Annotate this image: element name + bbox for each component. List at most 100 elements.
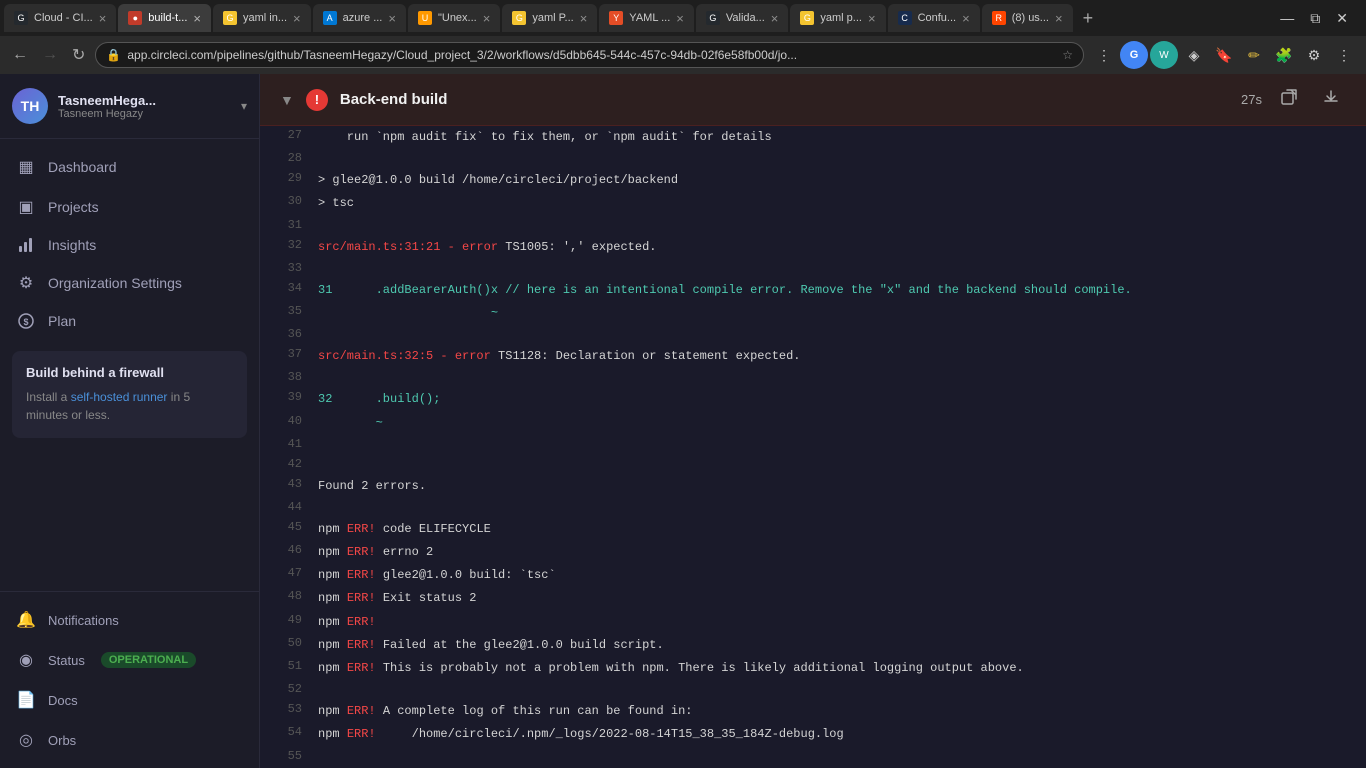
line-number: 39 [260,388,310,406]
tab-close-unex[interactable]: × [483,11,491,26]
tab-yaml4[interactable]: G yaml p... × [790,4,885,32]
download-button[interactable] [1316,86,1346,113]
notifications-icon: 🔔 [16,610,36,630]
orbs-icon: ◎ [16,730,36,750]
ext4-button[interactable]: ✏ [1240,41,1268,69]
tab-unex[interactable]: U "Unex... × [408,4,500,32]
log-row: 45npm ERR! code ELIFECYCLE [260,518,1366,541]
tab-close-azure[interactable]: × [388,11,396,26]
app: TH TasneemHega... Tasneem Hegazy ▾ ▦ Das… [0,74,1366,768]
sidebar-item-status[interactable]: ◉ Status OPERATIONAL [0,640,259,680]
back-button[interactable]: ← [8,42,32,68]
tab-close-btn[interactable]: × [99,11,107,26]
log-line-content [310,455,1366,459]
ext6-button[interactable]: ⚙ [1300,41,1328,69]
tab-close-yaml2[interactable]: × [580,11,588,26]
line-number: 42 [260,455,310,473]
tab-confu[interactable]: C Confu... × [888,4,980,32]
window-controls: — ⧉ ✕ [1274,6,1362,31]
new-tab-button[interactable]: + [1075,8,1102,29]
tab-favicon-yaml1: G [223,11,237,25]
promo-text-before: Install a [26,390,71,404]
sidebar-item-orbs[interactable]: ◎ Orbs [0,720,259,760]
line-number: 52 [260,680,310,698]
line-number: 50 [260,634,310,652]
promo-link[interactable]: self-hosted runner [71,390,168,404]
ext2-button[interactable]: ◈ [1180,41,1208,69]
log-row: 38 [260,368,1366,388]
log-row: 37src/main.ts:32:5 - error TS1128: Decla… [260,345,1366,368]
maximize-button[interactable]: ⧉ [1304,6,1326,31]
tab-build[interactable]: ● build-t... × [118,4,211,32]
star-icon[interactable]: ☆ [1062,48,1073,62]
status-badge: OPERATIONAL [101,652,196,668]
tab-yaml2[interactable]: G yaml P... × [502,4,597,32]
extensions-button[interactable]: ⋮ [1090,41,1118,69]
docs-icon: 📄 [16,690,36,710]
log-row: 48npm ERR! Exit status 2 [260,587,1366,610]
forward-button[interactable]: → [38,42,62,68]
open-new-window-button[interactable] [1274,86,1304,113]
tab-close-yaml3[interactable]: × [676,11,684,26]
log-container[interactable]: 27 run `npm audit fix` to fix them, or `… [260,126,1366,768]
line-number: 51 [260,657,310,675]
log-row: 51npm ERR! This is probably not a proble… [260,657,1366,680]
tab-github-cloud[interactable]: G Cloud - CI... × [4,4,116,32]
line-number: 28 [260,149,310,167]
log-line-content: npm ERR! Exit status 2 [310,587,1366,610]
line-number: 53 [260,700,310,718]
sidebar-item-label-projects: Projects [48,199,99,215]
tab-azure[interactable]: A azure ... × [313,4,406,32]
ext5-button[interactable]: 🧩 [1270,41,1298,69]
expand-button[interactable]: ▼ [280,92,294,108]
log-row: 3431 .addBearerAuth()x // here is an int… [260,279,1366,302]
tab-close-confu[interactable]: × [962,11,970,26]
line-number: 37 [260,345,310,363]
menu-button[interactable]: ⋮ [1330,41,1358,69]
ext3-button[interactable]: 🔖 [1210,41,1238,69]
line-number: 34 [260,279,310,297]
log-row: 44 [260,498,1366,518]
tab-yaml3[interactable]: Y YAML ... × [599,4,694,32]
tab-favicon-unex: U [418,11,432,25]
org-settings-icon: ⚙ [16,273,36,293]
tab-label-active: build-t... [148,12,187,24]
tab-favicon-azure: A [323,11,337,25]
sidebar-item-docs[interactable]: 📄 Docs [0,680,259,720]
tab-close-yaml4[interactable]: × [868,11,876,26]
tab-close-reddit[interactable]: × [1055,11,1063,26]
address-bar[interactable]: 🔒 app.circleci.com/pipelines/github/Tasn… [95,42,1084,68]
line-number: 38 [260,368,310,386]
profile-button[interactable]: G [1120,41,1148,69]
insights-icon [16,237,36,253]
sidebar-item-dashboard[interactable]: ▦ Dashboard [0,147,259,187]
log-line-content: 32 .build(); [310,388,1366,411]
sidebar-item-plan[interactable]: $ Plan [0,303,259,339]
log-line-content [310,259,1366,263]
tab-reddit[interactable]: R (8) us... × [982,4,1073,32]
tab-close-yaml1[interactable]: × [293,11,301,26]
log-row: 40 ~ [260,412,1366,435]
reload-button[interactable]: ↻ [68,41,89,69]
sidebar-item-projects[interactable]: ▣ Projects [0,187,259,227]
line-number: 55 [260,747,310,765]
tab-yaml1[interactable]: G yaml in... × [213,4,311,32]
tab-label-confu: Confu... [918,12,957,24]
sidebar-item-label-insights: Insights [48,237,96,253]
minimize-button[interactable]: — [1274,6,1300,31]
sidebar-item-insights[interactable]: Insights [0,227,259,263]
error-indicator: ! [306,89,328,111]
log-line-content [310,368,1366,372]
tab-close-valida[interactable]: × [771,11,779,26]
tab-label-unex: "Unex... [438,12,477,24]
user-header[interactable]: TH TasneemHega... Tasneem Hegazy ▾ [0,74,259,139]
ext1-button[interactable]: W [1150,41,1178,69]
sidebar-item-org-settings[interactable]: ⚙ Organization Settings [0,263,259,303]
line-number: 44 [260,498,310,516]
sidebar-item-notifications[interactable]: 🔔 Notifications [0,600,259,640]
line-number: 45 [260,518,310,536]
sidebar-item-label-docs: Docs [48,693,78,708]
tab-close-active[interactable]: × [193,11,201,26]
close-button[interactable]: ✕ [1330,6,1354,31]
tab-valida[interactable]: G Valida... × [696,4,789,32]
